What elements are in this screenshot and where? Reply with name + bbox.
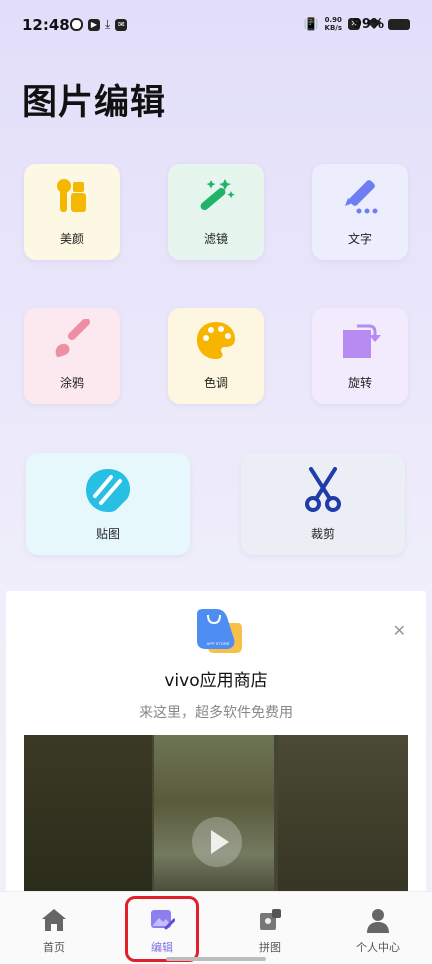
play-icon — [211, 830, 229, 854]
video-frame-right — [278, 735, 408, 901]
nav-collage[interactable]: 拼图 — [216, 892, 324, 964]
tool-beauty[interactable]: 美颜 — [24, 164, 120, 260]
sticker-icon — [26, 467, 190, 513]
net-speed-unit: KB/s — [324, 24, 342, 32]
mail-notification-icon: ✉ — [115, 18, 128, 31]
scissors-icon — [241, 467, 405, 513]
tool-filter[interactable]: 滤镜 — [168, 164, 264, 260]
battery-icon — [388, 19, 410, 30]
tool-label: 美颜 — [59, 232, 84, 246]
logo-text: APP STORE — [207, 641, 230, 646]
net-speed: 0.90 KB/s — [325, 16, 342, 32]
tool-sticker[interactable]: 贴图 — [26, 453, 190, 555]
tool-label: 滤镜 — [203, 232, 228, 246]
palette-icon — [168, 320, 264, 360]
nav-label: 拼图 — [259, 941, 281, 954]
ad-title: vivo应用商店 — [164, 671, 268, 691]
tool-label: 色调 — [203, 376, 228, 390]
magic-wand-icon — [168, 176, 264, 216]
notification-icons: ▶ ⤓ ✉ — [70, 17, 128, 32]
play-notification-icon: ▶ — [88, 18, 100, 31]
ad-video[interactable] — [24, 735, 408, 901]
beauty-icon — [24, 176, 120, 216]
video-frame-left — [24, 735, 152, 901]
status-time: 12:48 — [22, 16, 70, 34]
brush-icon — [24, 319, 120, 360]
play-button[interactable] — [192, 817, 242, 867]
tool-tone[interactable]: 色调 — [168, 308, 264, 404]
page-title: 图片编辑 — [22, 83, 167, 123]
status-bar: 12:48 ▶ ⤓ ✉ 📳 0.90 KB/s ✕ 99% — [0, 0, 432, 52]
person-icon — [324, 908, 432, 934]
nav-profile[interactable]: 个人中心 — [324, 892, 432, 964]
nav-home[interactable]: 首页 — [0, 892, 108, 964]
tool-label: 文字 — [347, 232, 372, 246]
puzzle-icon — [216, 908, 324, 934]
app-notification-icon — [70, 18, 83, 31]
tool-rotate[interactable]: 旋转 — [312, 308, 408, 404]
ad-card[interactable]: ✕ APP STORE vivo应用商店 来这里，超多软件免费用 — [6, 591, 426, 901]
tool-label: 贴图 — [95, 527, 120, 541]
nav-label: 首页 — [43, 941, 65, 954]
tool-doodle[interactable]: 涂鸦 — [24, 308, 120, 404]
net-speed-value: 0.90 — [324, 16, 342, 24]
tool-label: 涂鸦 — [59, 376, 84, 390]
vibrate-icon: 📳 — [303, 17, 319, 31]
tool-text[interactable]: 文字 — [312, 164, 408, 260]
download-icon: ⤓ — [105, 17, 111, 31]
pen-text-icon — [312, 176, 408, 216]
tool-label: 旋转 — [347, 376, 372, 390]
tool-label: 裁剪 — [310, 527, 335, 541]
close-icon[interactable]: ✕ — [393, 621, 406, 640]
tool-crop[interactable]: 裁剪 — [241, 453, 405, 555]
bottom-nav: 首页 编辑 拼图 个人中心 — [0, 891, 432, 964]
rotate-icon — [312, 320, 408, 360]
app-store-logo: APP STORE — [194, 609, 244, 659]
highlight-box — [125, 896, 199, 962]
home-icon — [0, 908, 108, 934]
battery-level: 99% — [352, 17, 384, 32]
nav-label: 个人中心 — [356, 941, 400, 954]
ad-subtitle: 来这里，超多软件免费用 — [139, 705, 293, 721]
home-indicator[interactable] — [166, 957, 266, 961]
